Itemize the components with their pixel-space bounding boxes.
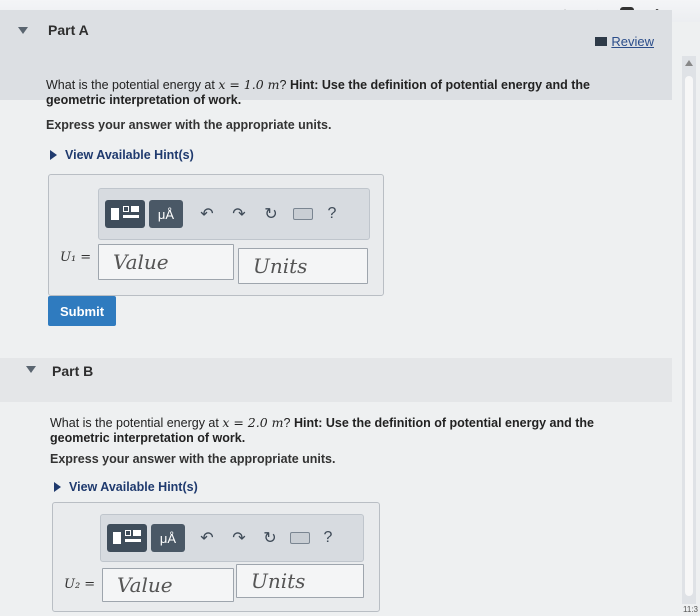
- part-a-hints-toggle[interactable]: View Available Hint(s): [50, 148, 194, 162]
- units-symbol-button[interactable]: μÅ: [151, 524, 185, 552]
- part-b-hints-toggle[interactable]: View Available Hint(s): [54, 480, 198, 494]
- hint-caret-icon: [50, 150, 57, 160]
- clock-text: 11:3: [683, 605, 698, 614]
- part-a-question-prefix: What is the potential energy at: [46, 78, 219, 92]
- undo-icon[interactable]: ↶: [191, 525, 223, 551]
- units-symbol-button[interactable]: μÅ: [149, 200, 183, 228]
- part-a-hints-label: View Available Hint(s): [65, 148, 194, 162]
- scroll-up-icon[interactable]: [685, 60, 693, 66]
- part-a-units-input[interactable]: Units: [238, 248, 368, 284]
- part-b-title: Part B: [52, 363, 94, 379]
- help-button[interactable]: ?: [315, 525, 341, 551]
- hint-caret-icon: [54, 482, 61, 492]
- part-b-instruction: Express your answer with the appropriate…: [50, 452, 336, 466]
- part-a-question-math: x = 1.0 m: [218, 77, 280, 92]
- part-b-hints-label: View Available Hint(s): [69, 480, 198, 494]
- part-a-math-toolbar: μÅ ↶ ↷ ↻ ?: [98, 188, 370, 240]
- help-button[interactable]: ?: [319, 201, 345, 227]
- keyboard-icon[interactable]: [285, 525, 315, 551]
- part-a-title: Part A: [48, 22, 89, 38]
- part-b-header[interactable]: [0, 358, 672, 402]
- part-b-collapse-icon[interactable]: [26, 366, 36, 373]
- review-label: Review: [611, 34, 654, 49]
- part-b-math-toolbar: μÅ ↶ ↷ ↻ ?: [100, 514, 364, 562]
- review-link[interactable]: Review: [595, 34, 654, 49]
- templates-icon[interactable]: [107, 524, 147, 552]
- page-scrollbar[interactable]: [682, 56, 696, 604]
- redo-icon[interactable]: ↷: [223, 201, 255, 227]
- part-a-collapse-icon[interactable]: [18, 27, 28, 34]
- part-b-units-input[interactable]: Units: [236, 564, 364, 598]
- part-a-value-input[interactable]: Value: [98, 244, 234, 280]
- part-b-question: What is the potential energy at x = 2.0 …: [50, 415, 610, 446]
- part-b-question-prefix: What is the potential energy at: [50, 416, 223, 430]
- part-a-submit-button[interactable]: Submit: [48, 296, 116, 326]
- keyboard-icon[interactable]: [287, 201, 319, 227]
- review-book-icon: [595, 37, 608, 46]
- scroll-thumb[interactable]: [685, 76, 693, 596]
- part-a-variable-label: U₁ =: [60, 250, 92, 265]
- undo-icon[interactable]: ↶: [191, 201, 223, 227]
- part-b-variable-label: U₂ =: [64, 577, 96, 592]
- part-a-question: What is the potential energy at x = 1.0 …: [46, 77, 616, 108]
- part-b-value-input[interactable]: Value: [102, 568, 234, 602]
- reset-icon[interactable]: ↻: [255, 525, 285, 551]
- part-b-question-math: x = 2.0 m: [222, 415, 284, 430]
- redo-icon[interactable]: ↷: [223, 525, 255, 551]
- part-a-instruction: Express your answer with the appropriate…: [46, 118, 332, 132]
- templates-icon[interactable]: [105, 200, 145, 228]
- reset-icon[interactable]: ↻: [255, 201, 287, 227]
